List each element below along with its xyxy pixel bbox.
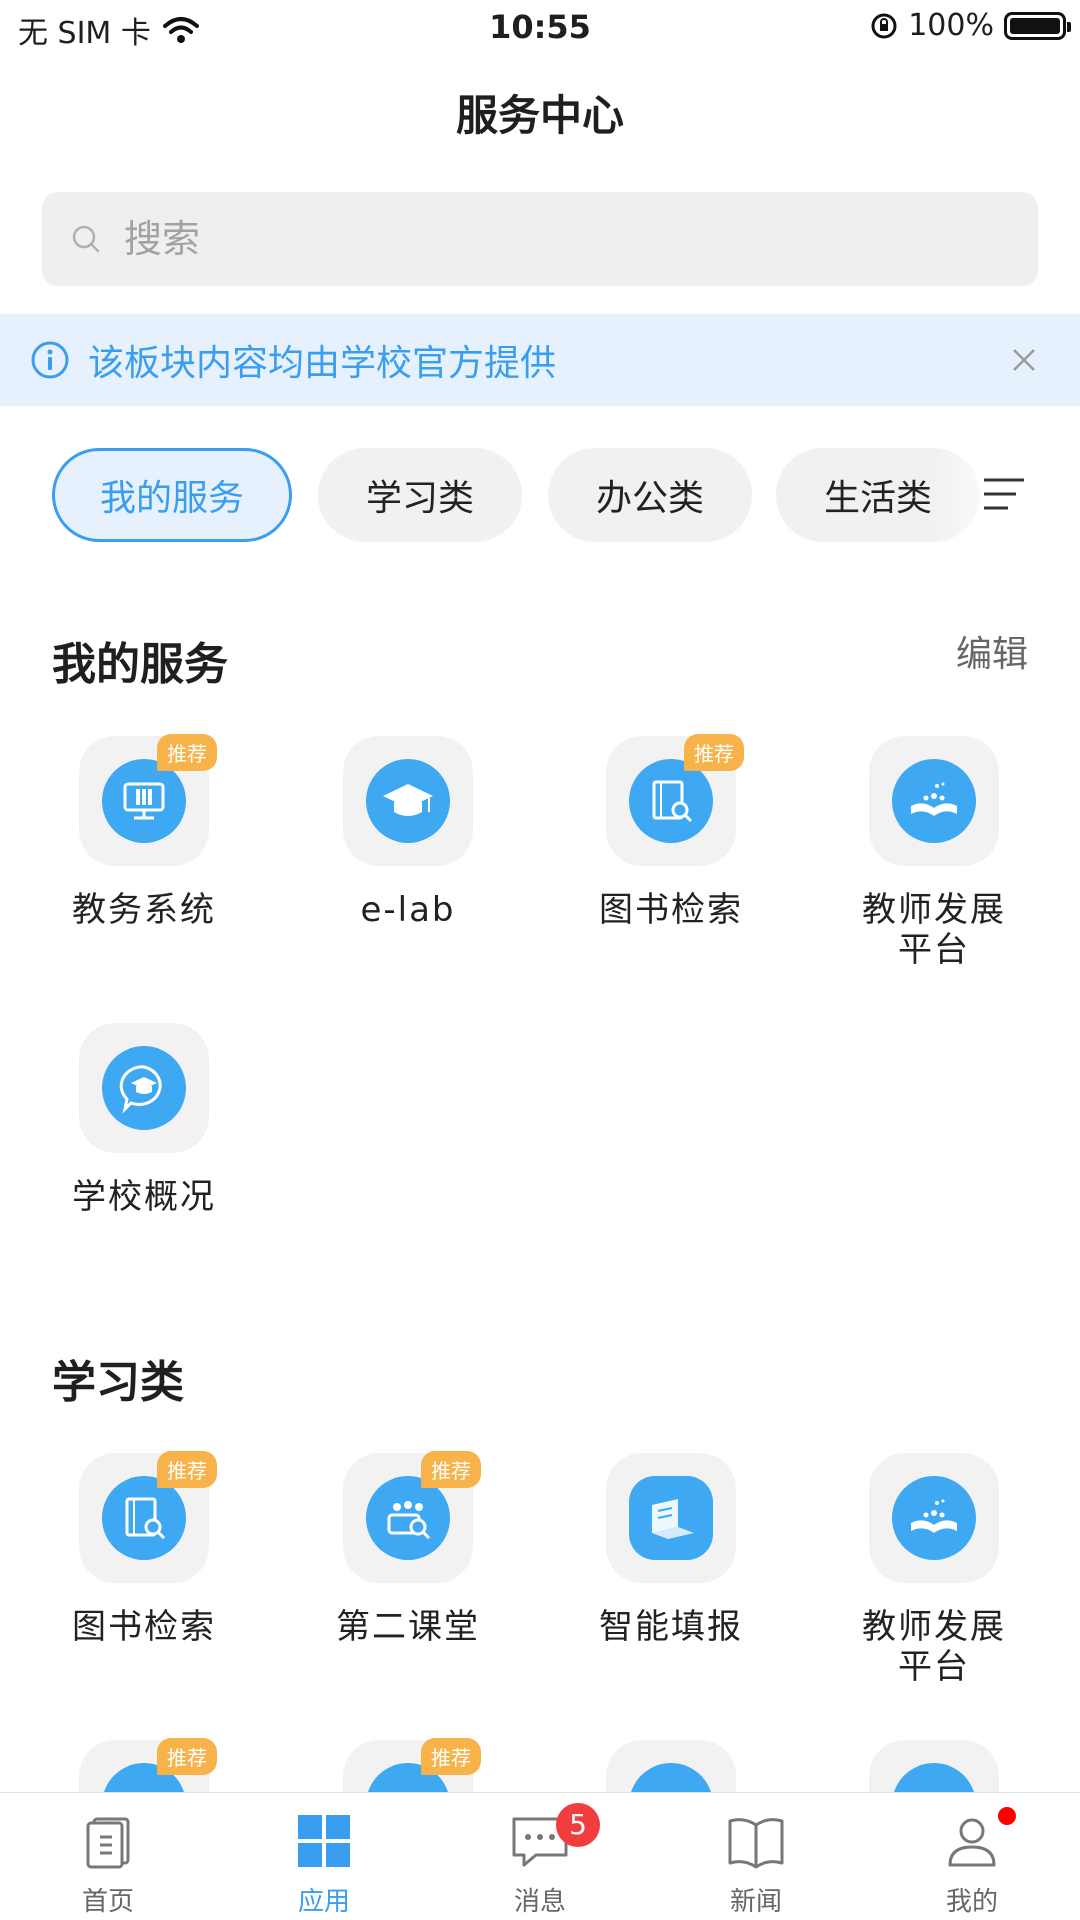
recommend-badge: 推荐 <box>421 1451 481 1488</box>
info-icon <box>31 341 69 379</box>
service-label: 教师发展 平台 <box>862 890 1006 970</box>
service-icon-box: 推荐 <box>79 1451 217 1583</box>
service-label: 教务系统 <box>72 890 216 930</box>
study-item-library-search[interactable]: 推荐 图书检索 <box>29 1451 259 1647</box>
service-icon-box: 推荐 <box>79 734 217 866</box>
search-icon <box>72 225 100 253</box>
laptop-form-icon <box>629 1476 713 1560</box>
nav-home[interactable]: 首页 <box>0 1793 216 1920</box>
filter-menu-icon[interactable] <box>982 474 1026 516</box>
nav-label: 消息 <box>513 1887 566 1917</box>
grid-icon <box>298 1815 350 1867</box>
study-item-second-class[interactable]: 推荐 第二课堂 <box>293 1451 523 1647</box>
open-book-icon <box>728 1818 784 1869</box>
tab-office[interactable]: 办公类 <box>548 448 752 542</box>
service-label: 图书检索 <box>599 890 743 930</box>
nav-messages[interactable]: 5 消息 <box>432 1793 648 1920</box>
nav-label: 首页 <box>81 1887 134 1917</box>
nav-label: 应用 <box>297 1887 350 1917</box>
status-bar: 无 SIM 卡 10:55 100% <box>0 0 1080 54</box>
service-icon-box <box>343 736 473 866</box>
open-book-people-icon <box>892 759 976 843</box>
book-search-icon <box>629 759 713 843</box>
recommend-badge: 推荐 <box>157 1451 217 1488</box>
service-item-library-search[interactable]: 推荐 图书检索 <box>556 734 786 930</box>
nav-profile[interactable]: 我的 <box>864 1793 1080 1920</box>
person-icon <box>948 1818 996 1867</box>
monitor-books-icon <box>102 759 186 843</box>
service-label: 图书检索 <box>72 1607 216 1647</box>
status-right-group: 100% <box>870 8 1071 43</box>
service-label: 第二课堂 <box>336 1607 480 1647</box>
message-count-badge: 5 <box>556 1803 600 1847</box>
service-icon-box <box>606 1453 736 1583</box>
study-item-teacher-dev[interactable]: 教师发展 平台 <box>819 1453 1049 1687</box>
recommend-badge: 推荐 <box>684 734 744 771</box>
open-book-people-icon <box>892 1476 976 1560</box>
service-label: 学校概况 <box>72 1177 216 1217</box>
service-label: e-lab <box>360 890 456 930</box>
nav-apps[interactable]: 应用 <box>216 1793 432 1920</box>
chat-graduation-icon <box>102 1046 186 1130</box>
service-item-elab[interactable]: e-lab <box>293 736 523 930</box>
service-icon-box: 推荐 <box>343 1451 481 1583</box>
battery-icon <box>1004 11 1071 40</box>
study-item-smart-report[interactable]: 智能填报 <box>556 1453 786 1647</box>
nav-label: 新闻 <box>729 1887 782 1917</box>
search-bar[interactable] <box>42 192 1038 286</box>
rotation-lock-icon <box>871 13 897 38</box>
book-search-icon <box>102 1476 186 1560</box>
section-title-my-services: 我的服务 <box>52 639 228 690</box>
search-input[interactable] <box>124 217 924 261</box>
service-label: 智能填报 <box>599 1607 743 1647</box>
service-item-school-overview[interactable]: 学校概况 <box>29 1023 259 1217</box>
service-icon-box <box>869 736 999 866</box>
nav-news[interactable]: 新闻 <box>648 1793 864 1920</box>
service-icon-box <box>79 1023 209 1153</box>
recommend-badge: 推荐 <box>157 734 217 771</box>
recommend-badge: 推荐 <box>157 1738 217 1775</box>
notice-text: 该板块内容均由学校官方提供 <box>88 343 557 384</box>
service-item-teacher-dev[interactable]: 教师发展 平台 <box>819 736 1049 970</box>
service-label: 教师发展 平台 <box>862 1607 1006 1687</box>
bottom-tab-bar: 首页 应用 5 消息 新闻 我的 <box>0 1792 1080 1920</box>
section-title-study: 学习类 <box>52 1357 184 1408</box>
tab-my-services[interactable]: 我的服务 <box>52 448 292 542</box>
tab-study[interactable]: 学习类 <box>318 448 522 542</box>
nav-label: 我的 <box>945 1887 998 1917</box>
edit-button[interactable]: 编辑 <box>956 625 1028 677</box>
close-icon[interactable] <box>1006 342 1042 378</box>
battery-percent: 100% <box>908 8 994 43</box>
notice-banner: 该板块内容均由学校官方提供 <box>0 314 1080 406</box>
service-icon-box <box>869 1453 999 1583</box>
category-tabs: 我的服务 学习类 办公类 生活类 <box>52 448 1052 542</box>
group-search-icon <box>366 1476 450 1560</box>
recommend-badge: 推荐 <box>421 1738 481 1775</box>
graduation-cap-icon <box>366 759 450 843</box>
service-item-academic[interactable]: 推荐 教务系统 <box>29 734 259 930</box>
notification-dot <box>998 1807 1016 1825</box>
document-icon <box>86 1817 130 1869</box>
service-icon-box: 推荐 <box>606 734 744 866</box>
page-title: 服务中心 <box>455 91 624 140</box>
